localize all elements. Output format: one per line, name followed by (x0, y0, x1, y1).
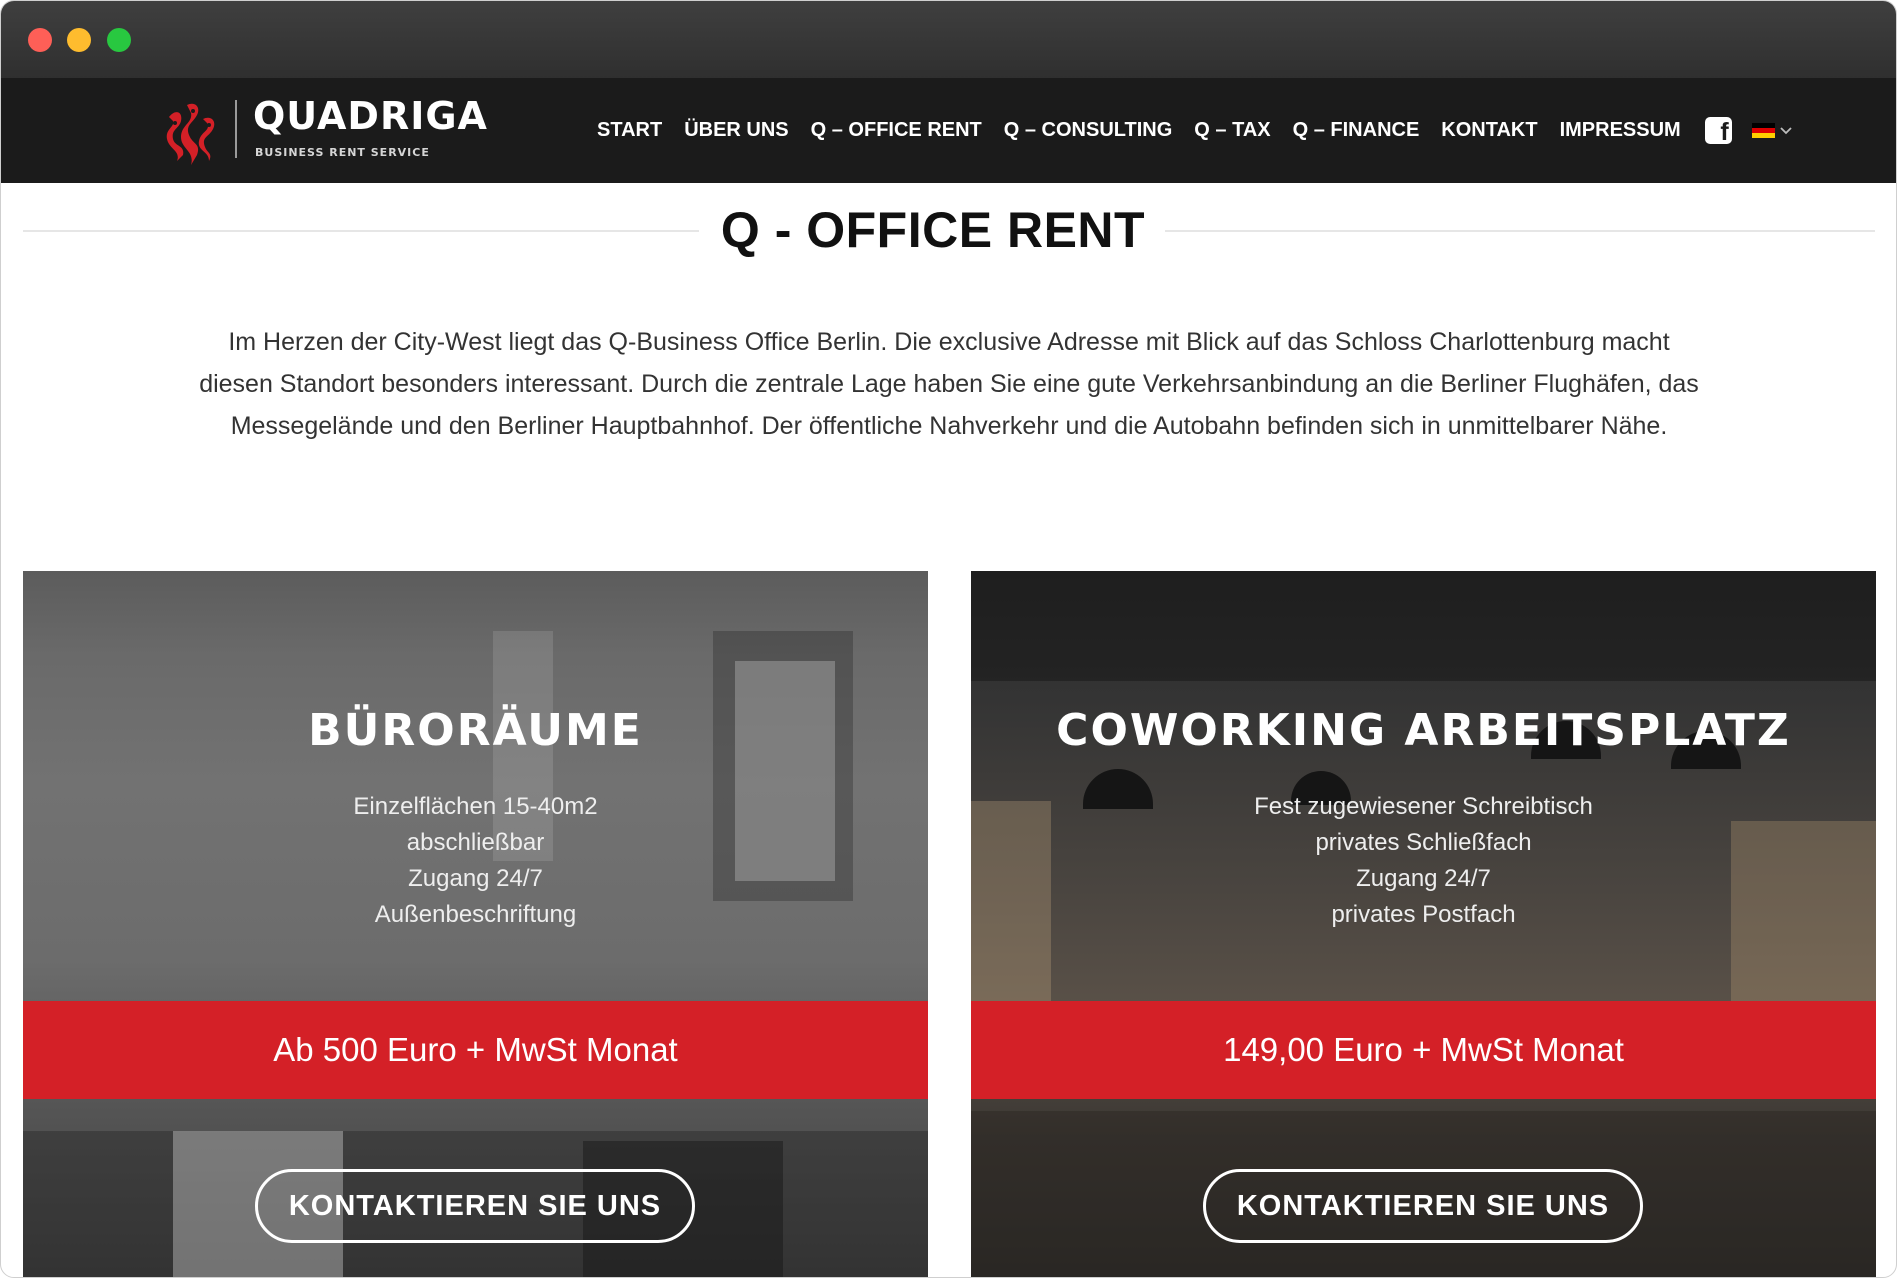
contact-button-label: KONTAKTIEREN SIE UNS (288, 1189, 662, 1222)
logo-tagline: BUSINESS RENT SERVICE (255, 146, 430, 159)
browser-window: QUADRIGA BUSINESS RENT SERVICE START ÜBE… (0, 0, 1897, 1278)
german-flag-icon (1751, 123, 1775, 138)
intro-line: Messegelände und den Berliner Hauptbahnh… (230, 412, 1668, 440)
offer-card-bueroraeume: BÜRORÄUME Einzelflächen 15-40m2 abschlie… (23, 571, 928, 1277)
nav-item-ueber-uns[interactable]: ÜBER UNS (684, 119, 788, 142)
card-features: Einzelflächen 15-40m2 abschließbar Zugan… (23, 789, 928, 933)
quadriga-logo-icon (166, 103, 215, 165)
price-text: 149,00 Euro + MwSt Monat (1223, 1031, 1624, 1068)
card-heading: BÜRORÄUME (308, 705, 643, 756)
card-heading: COWORKING ARBEITSPLATZ (1056, 705, 1791, 756)
price-text: Ab 500 Euro + MwSt Monat (273, 1031, 678, 1068)
nav-item-office-rent[interactable]: Q – OFFICE RENT (811, 119, 982, 142)
logo-divider (235, 100, 237, 158)
minimize-window-button[interactable] (67, 28, 91, 52)
page-title: Q - OFFICE RENT (720, 202, 1146, 258)
nav-item-consulting[interactable]: Q – CONSULTING (1004, 119, 1173, 142)
site-header: QUADRIGA BUSINESS RENT SERVICE START ÜBE… (1, 78, 1896, 183)
feature-item: privates Schließfach (1315, 829, 1532, 856)
feature-item: Einzelflächen 15-40m2 (353, 793, 598, 820)
language-switcher[interactable] (1751, 123, 1793, 138)
nav-item-start[interactable]: START (597, 119, 662, 142)
contact-button[interactable]: KONTAKTIEREN SIE UNS (255, 1169, 695, 1243)
chevron-down-icon (1780, 126, 1792, 134)
card-features: Fest zugewiesener Schreibtisch privates … (971, 789, 1876, 933)
logo-name: QUADRIGA (253, 94, 488, 138)
title-rule-right (1165, 230, 1875, 232)
feature-item: abschließbar (406, 829, 545, 856)
site-logo[interactable]: QUADRIGA BUSINESS RENT SERVICE (161, 94, 501, 168)
price-bar: Ab 500 Euro + MwSt Monat (23, 1001, 928, 1099)
nav-item-impressum[interactable]: IMPRESSUM (1560, 119, 1681, 142)
nav-item-tax[interactable]: Q – TAX (1194, 119, 1270, 142)
close-window-button[interactable] (28, 28, 52, 52)
browser-titlebar (1, 1, 1896, 78)
intro-paragraph: Im Herzen der City-West liegt das Q-Busi… (151, 321, 1747, 447)
title-rule-left (23, 230, 699, 232)
intro-line: diesen Standort besonders interessant. D… (199, 370, 1699, 398)
price-bar: 149,00 Euro + MwSt Monat (971, 1001, 1876, 1099)
nav-item-finance[interactable]: Q – FINANCE (1293, 119, 1420, 142)
maximize-window-button[interactable] (107, 28, 131, 52)
contact-button[interactable]: KONTAKTIEREN SIE UNS (1203, 1169, 1643, 1243)
offer-card-coworking: COWORKING ARBEITSPLATZ Fest zugewiesener… (971, 571, 1876, 1277)
main-nav: START ÜBER UNS Q – OFFICE RENT Q – CONSU… (597, 78, 1793, 183)
feature-item: Außenbeschriftung (374, 901, 577, 928)
intro-line: Im Herzen der City-West liegt das Q-Busi… (228, 328, 1670, 356)
feature-item: Zugang 24/7 (408, 865, 543, 892)
feature-item: Fest zugewiesener Schreibtisch (1254, 793, 1593, 820)
nav-item-kontakt[interactable]: KONTAKT (1441, 119, 1537, 142)
feature-item: privates Postfach (1331, 901, 1516, 928)
facebook-icon[interactable]: f (1704, 117, 1732, 145)
feature-item: Zugang 24/7 (1356, 865, 1491, 892)
contact-button-label: KONTAKTIEREN SIE UNS (1236, 1189, 1610, 1222)
